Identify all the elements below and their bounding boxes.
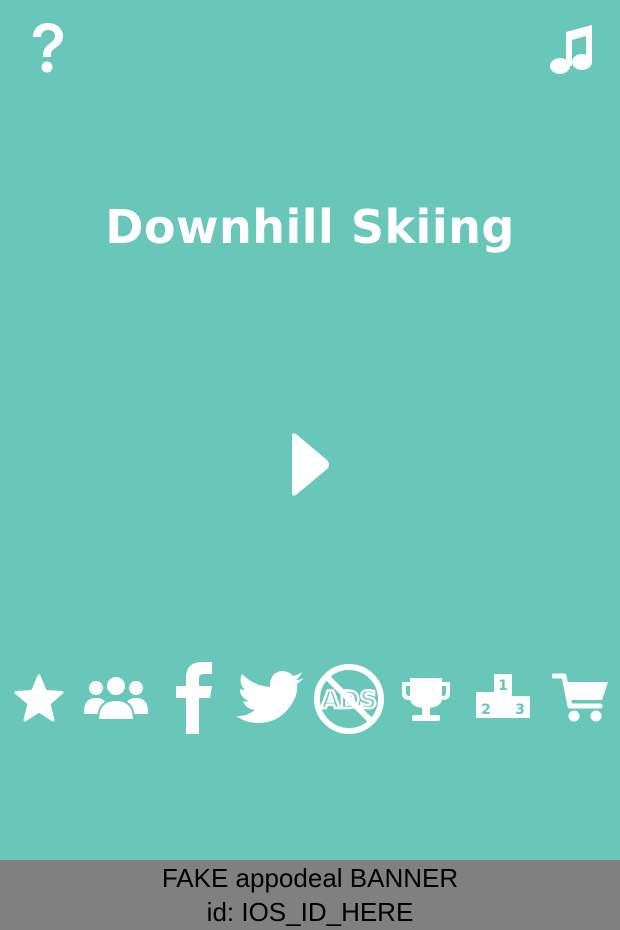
play-button[interactable] [284, 430, 334, 500]
friends-button[interactable] [82, 674, 150, 724]
friends-icon [84, 675, 148, 721]
trophy-icon [402, 678, 450, 721]
banner-line-1: FAKE appodeal BANNER [161, 863, 459, 893]
shop-button[interactable] [552, 672, 610, 724]
star-icon [14, 674, 64, 722]
facebook-button[interactable] [172, 660, 216, 734]
podium-third-number: 3 [515, 702, 525, 718]
banner-line-2: id: IOS_ID_HERE [206, 897, 414, 927]
game-menu-screen: Downhill Skiing 1 2 3 [0, 0, 620, 860]
rate-button[interactable] [12, 672, 66, 726]
podium-first-number: 1 [498, 678, 508, 694]
ad-banner[interactable]: FAKE appodeal BANNER id: IOS_ID_HERE [0, 860, 620, 930]
leaderboard-podium-icon: 1 2 3 [476, 674, 530, 718]
music-note-icon [550, 25, 592, 74]
no-ads-icon: ADS [314, 664, 384, 734]
twitter-icon [236, 671, 304, 723]
music-toggle-button[interactable] [546, 22, 598, 78]
shopping-cart-icon [552, 673, 608, 722]
bottom-icon-bar: ADS 1 2 3 [0, 660, 620, 740]
podium-second-number: 2 [481, 702, 491, 718]
help-button[interactable] [24, 20, 72, 76]
play-triangle-icon [292, 433, 329, 496]
leaderboard-button[interactable]: 1 2 3 [474, 672, 532, 720]
question-mark-icon [33, 23, 63, 73]
remove-ads-button[interactable]: ADS [312, 662, 386, 736]
game-title: Downhill Skiing [105, 200, 515, 254]
facebook-icon [176, 662, 212, 734]
twitter-button[interactable] [234, 670, 306, 732]
achievements-button[interactable] [398, 674, 454, 726]
